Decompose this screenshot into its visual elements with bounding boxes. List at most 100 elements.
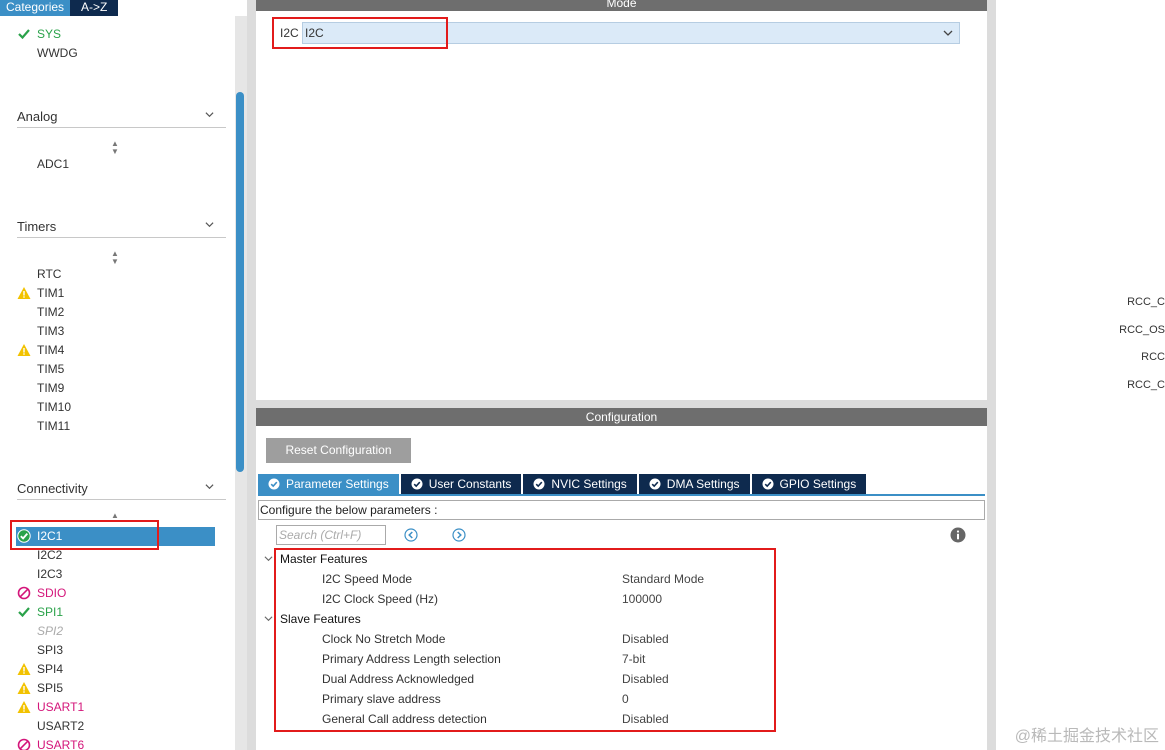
item-label: RTC	[37, 267, 62, 281]
chevron-down-icon[interactable]	[264, 554, 273, 563]
tab-parameter-settings[interactable]: Parameter Settings	[258, 474, 399, 494]
chevron-down-icon	[943, 30, 953, 36]
param-name: I2C Clock Speed (Hz)	[322, 592, 439, 606]
info-icon[interactable]	[950, 527, 966, 543]
warning-icon	[17, 701, 31, 713]
watermark: @稀土掘金技术社区	[1014, 728, 1159, 745]
tabs-underline	[258, 494, 985, 496]
list-item-tim1[interactable]: TIM1	[17, 285, 64, 301]
item-label: SDIO	[37, 586, 67, 600]
tab-categories[interactable]: Categories	[0, 0, 71, 16]
list-item-sdio[interactable]: SDIO	[17, 585, 67, 601]
list-item-tim9[interactable]: TIM9	[37, 380, 64, 396]
sort-icon[interactable]: ▲ ▼	[111, 250, 119, 266]
list-item-spi3[interactable]: SPI3	[37, 642, 63, 658]
chevron-down-icon[interactable]	[264, 614, 273, 623]
list-item-tim5[interactable]: TIM5	[37, 361, 64, 377]
mode-header: Mode	[256, 0, 987, 11]
prohibited-icon	[17, 586, 31, 600]
param-value[interactable]: Disabled	[622, 632, 669, 646]
param-value[interactable]: 100000	[622, 592, 662, 606]
warning-icon	[17, 344, 31, 356]
tab-nvic-settings[interactable]: NVIC Settings	[523, 474, 637, 494]
pin-label[interactable]: RCC_C	[1127, 379, 1165, 391]
list-item-adc1[interactable]: ADC1	[37, 156, 69, 172]
item-label: USART1	[37, 700, 85, 714]
list-item-wwdg[interactable]: WWDG	[37, 45, 78, 61]
tab-label: User Constants	[428, 477, 512, 491]
item-label: TIM10	[37, 400, 72, 414]
splitter-horizontal[interactable]	[256, 400, 987, 408]
list-item-tim3[interactable]: TIM3	[37, 323, 64, 339]
next-icon[interactable]	[452, 528, 466, 542]
group-slave-features[interactable]: Slave Features	[280, 612, 361, 626]
param-value[interactable]: 0	[622, 692, 629, 706]
warning-icon	[17, 287, 31, 299]
list-item-usart1[interactable]: USART1	[17, 699, 85, 715]
list-item-spi4[interactable]: SPI4	[17, 661, 64, 677]
category-analog-header[interactable]: Analog	[17, 106, 226, 128]
search-input[interactable]	[276, 525, 386, 545]
item-label: I2C2	[37, 548, 63, 562]
item-label: TIM4	[37, 343, 65, 357]
tab-dma-settings[interactable]: DMA Settings	[638, 474, 750, 494]
param-value[interactable]: Standard Mode	[622, 572, 704, 586]
prohibited-icon	[17, 738, 31, 750]
scrollbar-thumb[interactable]	[236, 92, 244, 472]
tab-label: Parameter Settings	[286, 477, 389, 491]
tab-label: NVIC Settings	[551, 477, 627, 491]
list-item-usart6[interactable]: USART6	[17, 737, 85, 750]
item-label: SPI5	[37, 681, 64, 695]
tab-gpio-settings[interactable]: GPIO Settings	[751, 474, 867, 494]
splitter-left[interactable]	[247, 0, 256, 750]
list-item-tim10[interactable]: TIM10	[37, 399, 71, 415]
configuration-panel: Configuration Reset Configuration Parame…	[256, 408, 987, 750]
list-item-spi1[interactable]: SPI1	[18, 604, 64, 620]
category-title: Timers	[17, 219, 57, 234]
list-item-sys[interactable]: SYS	[18, 26, 61, 42]
tab-user-constants[interactable]: User Constants	[400, 474, 522, 494]
list-item-i2c1[interactable]: I2C1	[17, 528, 63, 544]
sort-icon[interactable]: ▲ ▼	[111, 140, 119, 156]
list-item-usart2[interactable]: USART2	[37, 718, 84, 734]
param-value[interactable]: Disabled	[622, 712, 669, 726]
mode-select[interactable]: I2C	[302, 22, 960, 44]
param-name: Primary slave address	[322, 692, 441, 706]
mode-select-value: I2C	[305, 26, 324, 40]
category-timers-header[interactable]: Timers	[17, 216, 226, 238]
tab-a-z[interactable]: A->Z	[70, 0, 119, 16]
chevron-down-icon	[205, 222, 214, 228]
list-item-tim2[interactable]: TIM2	[37, 304, 64, 320]
param-value[interactable]: 7-bit	[622, 652, 645, 666]
sort-icon[interactable]: ▲	[111, 512, 119, 520]
reset-configuration-button[interactable]: Reset Configuration	[266, 438, 411, 463]
list-item-i2c3[interactable]: I2C3	[37, 566, 62, 582]
categories-panel: Categories A->Z SYS WWDG Analog ▲ ▼ ADC1 …	[0, 0, 247, 750]
pin-label[interactable]: RCC_C	[1127, 296, 1165, 308]
list-item-rtc[interactable]: RTC	[37, 266, 61, 282]
category-connectivity-header[interactable]: Connectivity	[17, 478, 226, 500]
check-circle-icon	[762, 478, 773, 490]
category-title: Connectivity	[17, 481, 88, 496]
list-item-spi5[interactable]: SPI5	[17, 680, 64, 696]
view-tabs: Categories A->Z	[0, 0, 119, 16]
list-item-spi2: SPI2	[37, 623, 63, 639]
param-value[interactable]: Disabled	[622, 672, 669, 686]
pin-label[interactable]: RCC	[1141, 351, 1165, 363]
item-label: SPI1	[37, 605, 64, 619]
group-master-features[interactable]: Master Features	[280, 552, 367, 566]
pin-label[interactable]: RCC_OS	[1119, 324, 1165, 336]
item-label: I2C1	[37, 529, 63, 543]
item-label: ADC1	[37, 157, 70, 171]
list-item-i2c2[interactable]: I2C2	[37, 547, 62, 563]
tab-label: GPIO Settings	[779, 477, 857, 491]
item-label: I2C3	[37, 567, 63, 581]
splitter-right[interactable]	[987, 0, 996, 750]
param-name: Clock No Stretch Mode	[322, 632, 446, 646]
previous-icon[interactable]	[404, 528, 418, 542]
list-item-tim4[interactable]: TIM4	[17, 342, 65, 358]
chevron-down-icon	[205, 484, 214, 490]
list-item-tim11[interactable]: TIM11	[37, 418, 70, 434]
item-label: SPI4	[37, 662, 64, 676]
item-label: USART6	[37, 738, 85, 750]
